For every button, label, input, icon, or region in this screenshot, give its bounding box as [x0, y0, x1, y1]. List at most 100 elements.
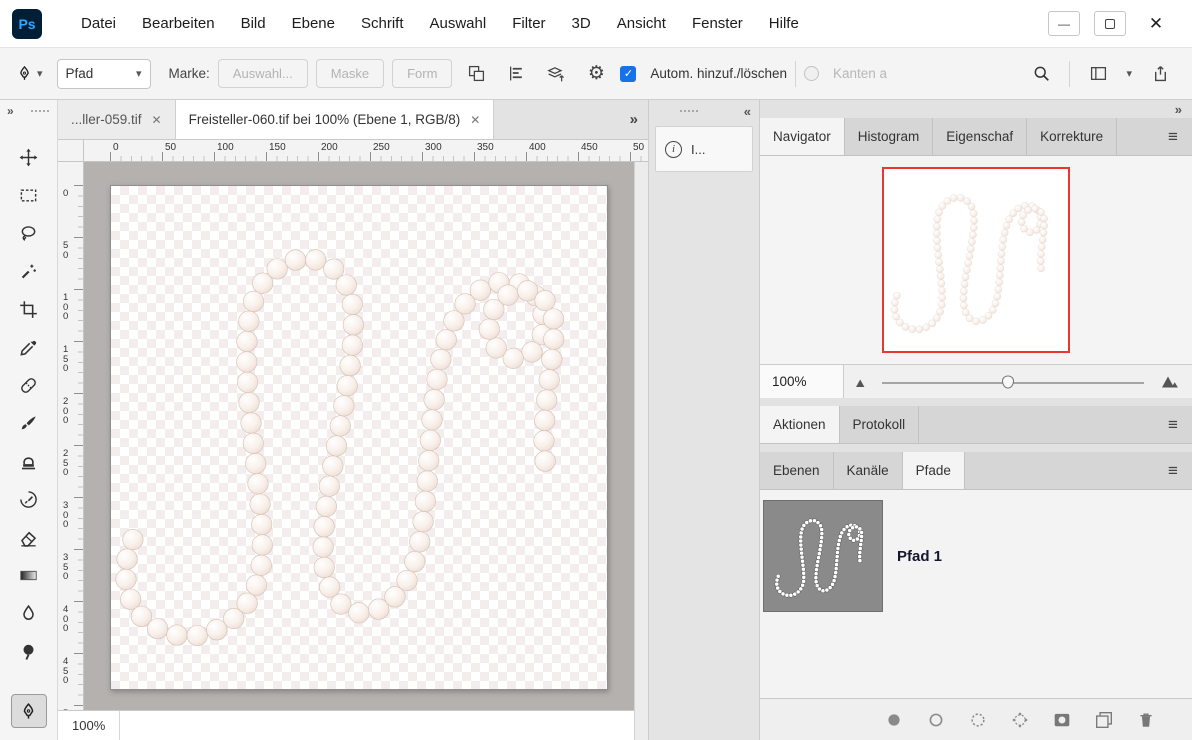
info-panel-collapsed[interactable]: i I... [655, 126, 753, 172]
option-button-1[interactable]: Maske [316, 59, 384, 88]
quick-selection-tool[interactable] [11, 254, 47, 288]
main-area: » .. [0, 100, 1192, 740]
load-path-as-selection-button[interactable] [968, 710, 988, 730]
clone-stamp-tool[interactable] [11, 444, 47, 478]
document-tab-1[interactable]: Freisteller-060.tif bei 100% (Ebene 1, R… [176, 100, 495, 139]
path-row[interactable]: Pfad 1 [760, 490, 1192, 612]
document-tab-0[interactable]: ...ller-059.tif✕ [58, 100, 176, 139]
marke-label: Marke: [169, 66, 210, 81]
kanten-checkbox[interactable] [804, 66, 819, 81]
toolbar-expand-icon[interactable]: » [7, 104, 14, 118]
tab-eigenschaf[interactable]: Eigenschaf [933, 118, 1027, 155]
workspace-switcher-button[interactable] [1082, 58, 1114, 90]
ruler-label: 50 [165, 142, 176, 153]
rectangular-marquee-tool[interactable] [11, 178, 47, 212]
panel-grip[interactable] [679, 109, 699, 114]
menu-item-4[interactable]: Schrift [348, 0, 417, 48]
kanten-label: Kanten a [833, 66, 887, 81]
menu-item-2[interactable]: Bild [228, 0, 279, 48]
options-bar: ▾ Pfad ▾ Marke: Auswahl...MaskeForm ⚙ ✓ … [0, 48, 1192, 100]
auto-add-checkbox[interactable]: ✓ [620, 66, 636, 82]
slider-thumb[interactable] [1002, 375, 1014, 388]
tab-close-icon[interactable]: ✕ [470, 113, 480, 127]
delete-path-button[interactable] [1136, 710, 1156, 730]
maximize-button[interactable] [1094, 11, 1126, 36]
share-button[interactable] [1144, 58, 1176, 90]
healing-brush-tool[interactable] [11, 368, 47, 402]
close-button[interactable]: ✕ [1140, 11, 1172, 36]
menu-item-5[interactable]: Auswahl [417, 0, 500, 48]
option-button-0[interactable]: Auswahl... [218, 59, 308, 88]
navigator-preview[interactable] [882, 167, 1070, 353]
zoom-out-icon[interactable] [844, 375, 878, 389]
tab-aktionen[interactable]: Aktionen [760, 406, 840, 443]
option-disabled-buttons: Auswahl... Maske Form [218, 59, 453, 88]
menu-item-6[interactable]: Filter [499, 0, 558, 48]
auto-add-label: Autom. hinzuf./löschen [650, 66, 787, 81]
menu-item-0[interactable]: Datei [68, 0, 129, 48]
ruler-vertical: 0501001502002503003504004505 [58, 162, 84, 740]
navigator-zoom-slider[interactable] [878, 365, 1148, 398]
menu-item-8[interactable]: Ansicht [604, 0, 679, 48]
menu-item-1[interactable]: Bearbeiten [129, 0, 228, 48]
brush-tool[interactable] [11, 406, 47, 440]
path-operations-icon[interactable] [460, 58, 492, 90]
add-mask-button[interactable] [1052, 710, 1072, 730]
tab-kanäle[interactable]: Kanäle [834, 452, 903, 489]
tool-mode-select[interactable]: Pfad ▾ [57, 59, 151, 89]
toolbar-grip[interactable] [30, 109, 50, 114]
crop-tool[interactable] [11, 292, 47, 326]
tab-overflow-icon[interactable]: » [620, 100, 648, 139]
search-button[interactable] [1025, 58, 1057, 90]
panel-expand-icon[interactable]: » [1175, 102, 1182, 117]
make-work-path-button[interactable] [1010, 710, 1030, 730]
stroke-path-button[interactable] [926, 710, 946, 730]
status-zoom-level[interactable]: 100% [58, 711, 120, 740]
canvas-viewport[interactable]: 05010015020025030035040045050 0501001502… [58, 140, 648, 740]
ruler-label: 450 [63, 657, 68, 686]
panel-menu-icon[interactable]: ≡ [1154, 452, 1192, 489]
path-arrangement-icon[interactable] [540, 58, 572, 90]
zoom-in-icon[interactable] [1148, 374, 1192, 389]
pen-settings-button[interactable]: ⚙ [580, 58, 612, 90]
menu-item-3[interactable]: Ebene [279, 0, 348, 48]
vertical-scrollbar[interactable] [634, 162, 648, 740]
fill-path-button[interactable] [884, 710, 904, 730]
tool-preset-picker[interactable]: ▾ [10, 61, 49, 86]
tools-list [0, 122, 57, 740]
path-alignment-icon[interactable] [500, 58, 532, 90]
option-button-2[interactable]: Form [392, 59, 452, 88]
history-brush-icon [19, 490, 38, 509]
tab-pfade[interactable]: Pfade [903, 452, 965, 489]
tab-histogram[interactable]: Histogram [845, 118, 934, 155]
panel-menu-icon[interactable]: ≡ [1154, 118, 1192, 155]
tab-protokoll[interactable]: Protokoll [840, 406, 920, 443]
new-path-button[interactable] [1094, 710, 1114, 730]
minimize-button[interactable]: — [1048, 11, 1080, 36]
menu-item-10[interactable]: Hilfe [756, 0, 812, 48]
chevron-down-icon[interactable]: ▾ [1126, 67, 1132, 80]
navigator-zoom-field[interactable]: 100% [760, 365, 844, 398]
history-brush-tool[interactable] [11, 482, 47, 516]
lasso-tool[interactable] [11, 216, 47, 250]
pen-tool[interactable] [11, 694, 47, 728]
eraser-tool[interactable] [11, 520, 47, 554]
eyedropper-tool[interactable] [11, 330, 47, 364]
menu-item-9[interactable]: Fenster [679, 0, 756, 48]
blur-tool[interactable] [11, 596, 47, 630]
tab-navigator[interactable]: Navigator [760, 118, 845, 155]
gradient-tool[interactable] [11, 558, 47, 592]
actions-tab-bar: AktionenProtokoll ≡ [760, 406, 1192, 444]
tab-close-icon[interactable]: ✕ [152, 113, 162, 127]
panel-collapse-icon[interactable]: « [744, 104, 751, 119]
ruler-label: 300 [425, 142, 442, 153]
tab-ebenen[interactable]: Ebenen [760, 452, 834, 489]
canvas-page[interactable] [110, 185, 608, 690]
dodge-tool[interactable] [11, 634, 47, 668]
tab-korrekture[interactable]: Korrekture [1027, 118, 1117, 155]
photoshop-window: Ps DateiBearbeitenBildEbeneSchriftAuswah… [0, 0, 1192, 740]
panel-menu-icon[interactable]: ≡ [1154, 406, 1192, 443]
move-tool[interactable] [11, 140, 47, 174]
menu-item-7[interactable]: 3D [559, 0, 604, 48]
path-thumbnail[interactable] [763, 500, 883, 612]
